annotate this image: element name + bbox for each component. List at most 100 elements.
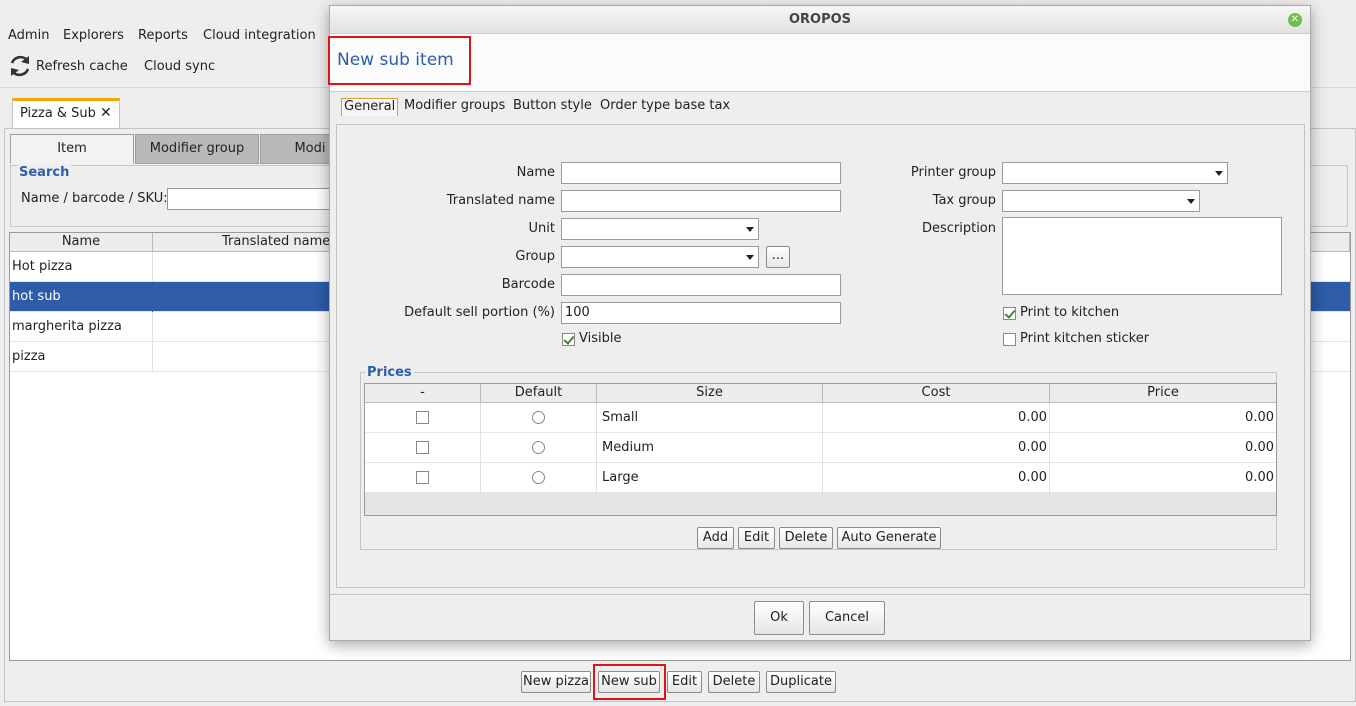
unit-label: Unit	[528, 221, 555, 236]
default-cell	[481, 463, 597, 493]
tax-group-label: Tax group	[932, 193, 996, 208]
row-name: margherita pizza	[10, 312, 153, 342]
menu-reports[interactable]: Reports	[138, 28, 188, 43]
prices-panel: Prices - Default Size Cost Price Small 0…	[360, 365, 1277, 550]
edit-button[interactable]: Edit	[667, 671, 702, 693]
translated-name-label: Translated name	[446, 193, 555, 208]
tab-button-style[interactable]: Button style	[513, 98, 592, 116]
tab-order-type-base-tax[interactable]: Order type base tax	[600, 98, 730, 116]
menu-cloud-integration[interactable]: Cloud integration	[203, 28, 316, 43]
chevron-down-icon	[1187, 199, 1195, 204]
ok-button[interactable]: Ok	[754, 601, 804, 635]
default-cell	[481, 403, 597, 433]
description-label: Description	[921, 221, 996, 236]
highlight-dialog-heading	[328, 36, 471, 85]
refresh-icon[interactable]	[8, 54, 32, 78]
auto-generate-button[interactable]: Auto Generate	[837, 527, 941, 549]
tab-pizza-sub-label: Pizza & Sub	[20, 106, 96, 121]
menu-explorers[interactable]: Explorers	[63, 28, 124, 43]
tab-general[interactable]: General	[341, 98, 399, 116]
price-row[interactable]: Large 0.00 0.00	[365, 463, 1276, 493]
barcode-label: Barcode	[501, 277, 555, 292]
dialog-footer: Ok Cancel	[330, 594, 1310, 640]
select-cell	[365, 403, 481, 433]
search-input[interactable]	[167, 188, 337, 210]
close-tab-icon[interactable]: ✕	[100, 105, 112, 121]
price-cell: 0.00	[1245, 440, 1274, 455]
default-sell-portion-input[interactable]: 100	[561, 302, 841, 324]
chevron-down-icon	[1215, 171, 1223, 176]
print-to-kitchen-checkbox[interactable]	[1003, 307, 1016, 320]
print-kitchen-sticker-checkbox[interactable]	[1003, 333, 1016, 346]
cost-cell: 0.00	[823, 463, 1050, 493]
dialog-header: New sub item	[330, 34, 1310, 92]
select-cell	[365, 463, 481, 493]
refresh-cache-button[interactable]: Refresh cache	[36, 59, 128, 74]
column-header-default[interactable]: Default	[481, 384, 597, 403]
column-header-size[interactable]: Size	[597, 384, 823, 403]
close-icon[interactable]: ✕	[1288, 13, 1302, 27]
description-textarea[interactable]	[1002, 217, 1282, 295]
prices-table: - Default Size Cost Price Small 0.00 0.0…	[364, 383, 1277, 516]
row-select-checkbox[interactable]	[416, 411, 429, 424]
default-radio[interactable]	[532, 441, 545, 454]
dialog-title-bar: OROPOS	[330, 6, 1310, 34]
group-browse-button[interactable]: ...	[766, 246, 790, 268]
chevron-down-icon	[746, 227, 754, 232]
visible-checkbox[interactable]	[562, 333, 575, 346]
edit-price-button[interactable]: Edit	[738, 527, 775, 549]
add-price-button[interactable]: Add	[697, 527, 734, 549]
search-label: Name / barcode / SKU:	[21, 191, 168, 206]
price-cell: 0.00	[1245, 470, 1274, 485]
column-header-name[interactable]: Name	[10, 233, 153, 252]
tab-pizza-sub[interactable]: Pizza & Sub ✕	[12, 98, 120, 128]
delete-button[interactable]: Delete	[708, 671, 760, 693]
visible-label: Visible	[579, 331, 622, 346]
menu-admin[interactable]: Admin	[8, 28, 49, 43]
name-input[interactable]	[561, 162, 841, 184]
price-row[interactable]: Medium 0.00 0.00	[365, 433, 1276, 463]
column-header-select[interactable]: -	[365, 384, 481, 403]
printer-group-label: Printer group	[910, 165, 996, 180]
search-title: Search	[17, 165, 72, 180]
column-header-price[interactable]: Price	[1050, 384, 1276, 403]
default-cell	[481, 433, 597, 463]
tab-item[interactable]: Item	[10, 134, 134, 164]
row-select-checkbox[interactable]	[416, 441, 429, 454]
default-radio[interactable]	[532, 411, 545, 424]
tax-group-select[interactable]	[1002, 190, 1200, 212]
group-select[interactable]	[561, 246, 759, 268]
delete-price-button[interactable]: Delete	[779, 527, 833, 549]
select-cell	[365, 433, 481, 463]
new-sub-item-dialog: OROPOS ✕ New sub item General Modifier g…	[328, 5, 1311, 641]
tab-modifier-group[interactable]: Modifier group	[135, 134, 259, 164]
group-label: Group	[515, 249, 555, 264]
row-select-checkbox[interactable]	[416, 471, 429, 484]
column-header-cost[interactable]: Cost	[823, 384, 1050, 403]
cloud-sync-button[interactable]: Cloud sync	[144, 59, 215, 74]
printer-group-select[interactable]	[1002, 162, 1228, 184]
duplicate-button[interactable]: Duplicate	[766, 671, 836, 693]
default-sell-portion-label: Default sell portion (%)	[404, 305, 555, 320]
barcode-input[interactable]	[561, 274, 841, 296]
row-name: pizza	[10, 342, 153, 372]
name-label: Name	[516, 165, 555, 180]
cancel-button[interactable]: Cancel	[809, 601, 885, 635]
print-to-kitchen-label: Print to kitchen	[1020, 305, 1120, 320]
chevron-down-icon	[746, 255, 754, 260]
size-cell: Large	[597, 463, 823, 493]
cost-cell: 0.00	[823, 403, 1050, 433]
highlight-new-sub-button	[593, 664, 666, 700]
new-pizza-button[interactable]: New pizza	[521, 671, 591, 693]
price-row[interactable]: Small 0.00 0.00	[365, 403, 1276, 433]
default-radio[interactable]	[532, 471, 545, 484]
print-kitchen-sticker-label: Print kitchen sticker	[1020, 331, 1150, 346]
tab-modifier-groups[interactable]: Modifier groups	[404, 98, 505, 116]
row-name: hot sub	[10, 282, 153, 312]
translated-name-input[interactable]	[561, 190, 841, 212]
size-cell: Small	[597, 403, 823, 433]
price-cell: 0.00	[1245, 410, 1274, 425]
size-cell: Medium	[597, 433, 823, 463]
unit-select[interactable]	[561, 218, 759, 240]
cost-cell: 0.00	[823, 433, 1050, 463]
